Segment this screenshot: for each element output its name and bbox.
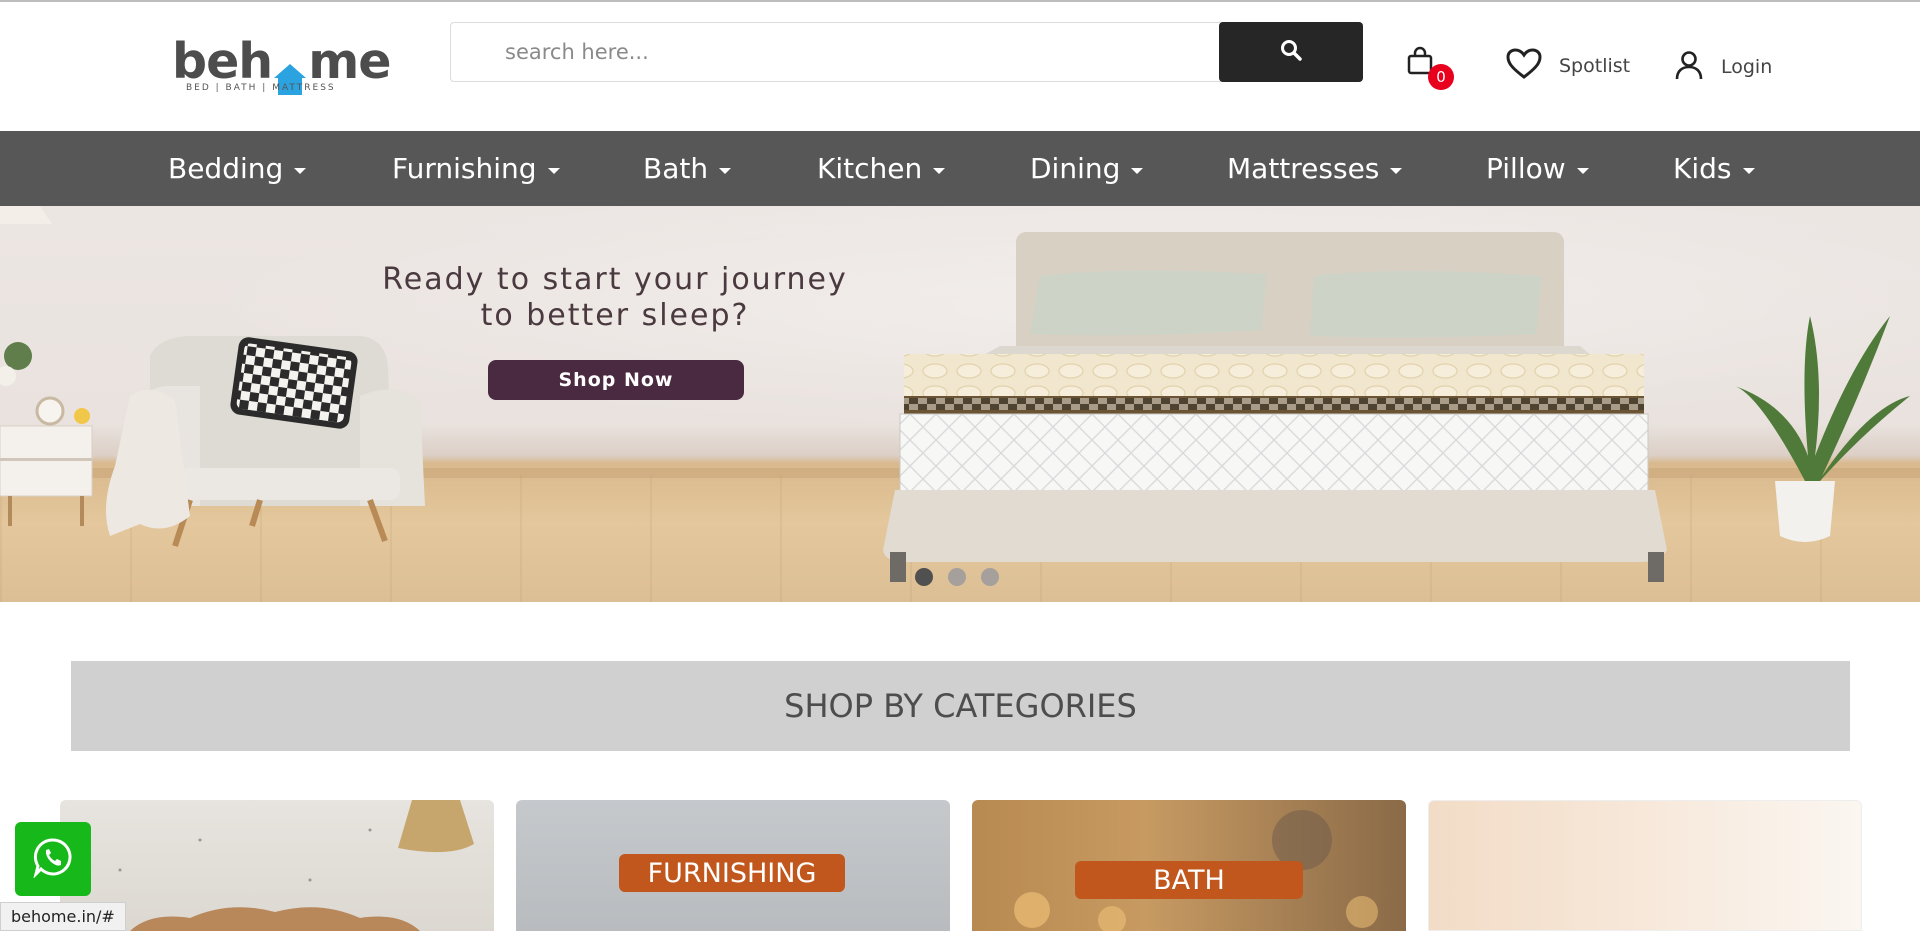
nav-item-mattresses[interactable]: Mattresses <box>1227 131 1403 206</box>
shop-by-categories-heading: SHOP BY CATEGORIES <box>71 661 1850 751</box>
nav-item-bath[interactable]: Bath <box>643 131 732 206</box>
banner-furniture-illustration <box>0 206 1910 582</box>
spotlist-link[interactable]: Spotlist <box>1506 48 1630 84</box>
nav-item-furnishing[interactable]: Furnishing <box>392 131 560 206</box>
carousel-indicators <box>915 568 999 586</box>
banner-headline: Ready to start your journey to better sl… <box>382 262 848 333</box>
furnishing-label: FURNISHING <box>619 854 845 892</box>
bath-label: BATH <box>1075 861 1303 899</box>
search-button[interactable] <box>1219 22 1363 82</box>
caret-down-icon <box>1390 167 1403 174</box>
search-icon <box>1280 39 1302 65</box>
cart-button[interactable]: 0 <box>1406 46 1456 96</box>
browser-status-url: behome.in/# <box>0 902 126 931</box>
category-card-furnishing[interactable]: FURNISHING <box>516 800 950 931</box>
search-input[interactable] <box>451 23 1218 81</box>
spotlist-label: Spotlist <box>1559 55 1631 77</box>
nav-item-dining[interactable]: Dining <box>1030 131 1144 206</box>
login-link[interactable]: Login <box>1674 50 1772 84</box>
category-card-kitchen[interactable] <box>1428 800 1862 931</box>
main-navigation: Bedding Furnishing Bath Kitchen Dining M… <box>0 131 1920 206</box>
heart-icon <box>1506 48 1542 84</box>
caret-down-icon <box>1742 167 1755 174</box>
caret-down-icon <box>719 167 732 174</box>
carousel-dot-1[interactable] <box>915 568 933 586</box>
nav-item-pillow[interactable]: Pillow <box>1486 131 1589 206</box>
nav-item-bedding[interactable]: Bedding <box>168 131 307 206</box>
behome-logo[interactable]: beh me BED | BATH | MATTRESS <box>172 36 392 96</box>
logo-wordmark: beh me <box>172 36 392 95</box>
hero-banner[interactable]: Ready to start your journey to better sl… <box>0 206 1920 602</box>
caret-down-icon <box>1576 167 1589 174</box>
login-label: Login <box>1721 56 1773 78</box>
carousel-dot-3[interactable] <box>981 568 999 586</box>
whatsapp-icon <box>32 836 74 882</box>
caret-down-icon <box>547 167 560 174</box>
whatsapp-chat-button[interactable] <box>15 822 91 896</box>
site-header: behme BED | BATH | MATTRESS 0 Spotlist L… <box>0 2 1920 131</box>
caret-down-icon <box>294 167 307 174</box>
nav-item-kids[interactable]: Kids <box>1673 131 1755 206</box>
user-icon <box>1674 50 1704 84</box>
category-card-bath[interactable]: BATH <box>972 800 1406 931</box>
caret-down-icon <box>1131 167 1144 174</box>
logo-tagline: BED | BATH | MATTRESS <box>186 83 336 93</box>
nav-item-kitchen[interactable]: Kitchen <box>817 131 946 206</box>
shop-now-button[interactable]: Shop Now <box>488 360 744 400</box>
carousel-dot-2[interactable] <box>948 568 966 586</box>
caret-down-icon <box>933 167 946 174</box>
cart-count-badge: 0 <box>1428 64 1454 90</box>
search-bar <box>450 22 1363 82</box>
